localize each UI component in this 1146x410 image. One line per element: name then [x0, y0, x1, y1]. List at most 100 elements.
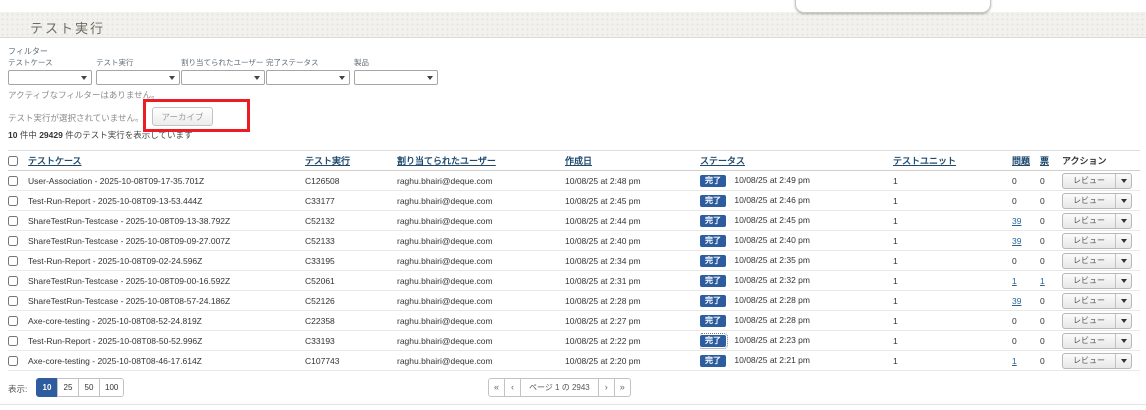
- table-row: User-Association - 2025-10-08T09-17-35.7…: [8, 171, 1140, 191]
- review-dropdown-toggle[interactable]: [1115, 234, 1131, 248]
- filter-field-assigned-user: 割り当てられたユーザー: [181, 57, 267, 85]
- status-badge: 完了: [700, 275, 726, 287]
- caret-down-icon: [1121, 219, 1127, 223]
- review-dropdown-toggle[interactable]: [1115, 314, 1131, 328]
- test-run-id: C52061: [305, 276, 335, 286]
- review-dropdown-toggle[interactable]: [1115, 174, 1131, 188]
- review-dropdown-toggle[interactable]: [1115, 334, 1131, 348]
- assigned-user-filter-select[interactable]: [181, 70, 265, 85]
- review-dropdown-toggle[interactable]: [1115, 274, 1131, 288]
- row-checkbox[interactable]: [8, 216, 18, 226]
- created-date: 10/08/25 at 2:27 pm: [565, 316, 641, 326]
- votes-count: 0: [1040, 316, 1045, 326]
- header-test-units[interactable]: テストユニット: [893, 156, 956, 166]
- review-button[interactable]: レビュー: [1063, 234, 1115, 248]
- issues-count[interactable]: 1: [1012, 276, 1017, 286]
- created-date: 10/08/25 at 2:20 pm: [565, 356, 641, 366]
- test-case-name: ShareTestRun-Testcase - 2025-10-08T09-13…: [28, 216, 230, 226]
- archive-button[interactable]: アーカイブ: [152, 107, 213, 126]
- header-issues[interactable]: 問題: [1012, 156, 1030, 166]
- created-date: 10/08/25 at 2:40 pm: [565, 236, 641, 246]
- test-case-filter-select[interactable]: [8, 70, 92, 85]
- table-row: ShareTestRun-Testcase - 2025-10-08T08-57…: [8, 291, 1140, 311]
- review-dropdown-toggle[interactable]: [1115, 194, 1131, 208]
- caret-down-icon: [1121, 359, 1127, 363]
- issues-count[interactable]: 39: [1012, 296, 1021, 306]
- review-button[interactable]: レビュー: [1063, 214, 1115, 228]
- caret-down-icon: [1121, 199, 1127, 203]
- row-checkbox[interactable]: [8, 336, 18, 346]
- review-button[interactable]: レビュー: [1063, 274, 1115, 288]
- header-test-case[interactable]: テストケース: [28, 156, 82, 166]
- table-row: Axe-core-testing - 2025-10-08T08-46-17.6…: [8, 351, 1140, 371]
- top-right-popover-cutoff: [795, 0, 991, 13]
- row-checkbox[interactable]: [8, 196, 18, 206]
- filter-field-test-run: テスト実行: [96, 57, 182, 85]
- test-run-filter-select[interactable]: [96, 70, 180, 85]
- caret-down-icon: [1121, 279, 1127, 283]
- issues-count[interactable]: 1: [1012, 356, 1017, 366]
- review-dropdown-toggle[interactable]: [1115, 294, 1131, 308]
- review-button[interactable]: レビュー: [1063, 314, 1115, 328]
- completion-status-filter-select[interactable]: [266, 70, 350, 85]
- table-row: ShareTestRun-Testcase - 2025-10-08T09-00…: [8, 271, 1140, 291]
- issues-count: 0: [1012, 336, 1017, 346]
- filter-label-completion-status: 完了ステータス: [266, 57, 352, 68]
- product-filter-select[interactable]: [354, 70, 438, 85]
- review-button[interactable]: レビュー: [1063, 334, 1115, 348]
- caret-down-icon: [1121, 259, 1127, 263]
- test-units-count: 1: [893, 336, 898, 346]
- page-size-10[interactable]: 10: [36, 378, 58, 397]
- issues-count[interactable]: 39: [1012, 236, 1021, 246]
- issues-count[interactable]: 39: [1012, 216, 1021, 226]
- page-indicator: ページ 1 の 2943: [520, 378, 599, 397]
- created-date: 10/08/25 at 2:31 pm: [565, 276, 641, 286]
- prev-page-button[interactable]: ‹: [504, 378, 521, 397]
- row-checkbox[interactable]: [8, 316, 18, 326]
- status-time: 10/08/25 at 2:45 pm: [734, 215, 810, 225]
- header-test-run[interactable]: テスト実行: [305, 156, 350, 166]
- test-units-count: 1: [893, 276, 898, 286]
- chevron-down-icon: [169, 76, 175, 80]
- first-page-button[interactable]: «: [488, 378, 505, 397]
- header-assigned-user[interactable]: 割り当てられたユーザー: [397, 156, 496, 166]
- status-badge: 完了: [700, 235, 726, 247]
- test-case-name: Test-Run-Report - 2025-10-08T08-50-52.99…: [28, 336, 202, 346]
- created-date: 10/08/25 at 2:22 pm: [565, 336, 641, 346]
- test-run-id: C126508: [305, 176, 340, 186]
- table-row: Axe-core-testing - 2025-10-08T08-52-24.8…: [8, 311, 1140, 331]
- review-dropdown-toggle[interactable]: [1115, 214, 1131, 228]
- row-checkbox[interactable]: [8, 276, 18, 286]
- row-checkbox[interactable]: [8, 236, 18, 246]
- page-title: テスト実行: [30, 18, 105, 37]
- page-size-100[interactable]: 100: [99, 378, 124, 397]
- votes-count[interactable]: 1: [1040, 276, 1045, 286]
- row-checkbox[interactable]: [8, 356, 18, 366]
- review-dropdown-toggle[interactable]: [1115, 254, 1131, 268]
- review-dropdown-toggle[interactable]: [1115, 354, 1131, 368]
- select-all-checkbox[interactable]: [8, 156, 18, 166]
- filters-section-label: フィルター: [8, 46, 48, 57]
- review-split-button: レビュー: [1062, 353, 1132, 369]
- row-checkbox[interactable]: [8, 256, 18, 266]
- header-status[interactable]: ステータス: [700, 156, 745, 166]
- review-button[interactable]: レビュー: [1063, 194, 1115, 208]
- test-units-count: 1: [893, 196, 898, 206]
- next-page-button[interactable]: ›: [598, 378, 615, 397]
- filter-label-test-case: テストケース: [8, 57, 94, 68]
- review-split-button: レビュー: [1062, 213, 1132, 229]
- last-page-button[interactable]: »: [614, 378, 631, 397]
- page-size-25[interactable]: 25: [57, 378, 79, 397]
- row-checkbox[interactable]: [8, 176, 18, 186]
- review-button[interactable]: レビュー: [1063, 174, 1115, 188]
- header-created-date[interactable]: 作成日: [565, 156, 592, 166]
- review-button[interactable]: レビュー: [1063, 254, 1115, 268]
- review-button[interactable]: レビュー: [1063, 294, 1115, 308]
- assigned-user-email: raghu.bhairi@deque.com: [397, 216, 493, 226]
- filter-label-assigned-user: 割り当てられたユーザー: [181, 57, 267, 68]
- created-date: 10/08/25 at 2:45 pm: [565, 196, 641, 206]
- review-button[interactable]: レビュー: [1063, 354, 1115, 368]
- page-size-50[interactable]: 50: [78, 378, 100, 397]
- row-checkbox[interactable]: [8, 296, 18, 306]
- header-votes[interactable]: 票: [1040, 156, 1049, 166]
